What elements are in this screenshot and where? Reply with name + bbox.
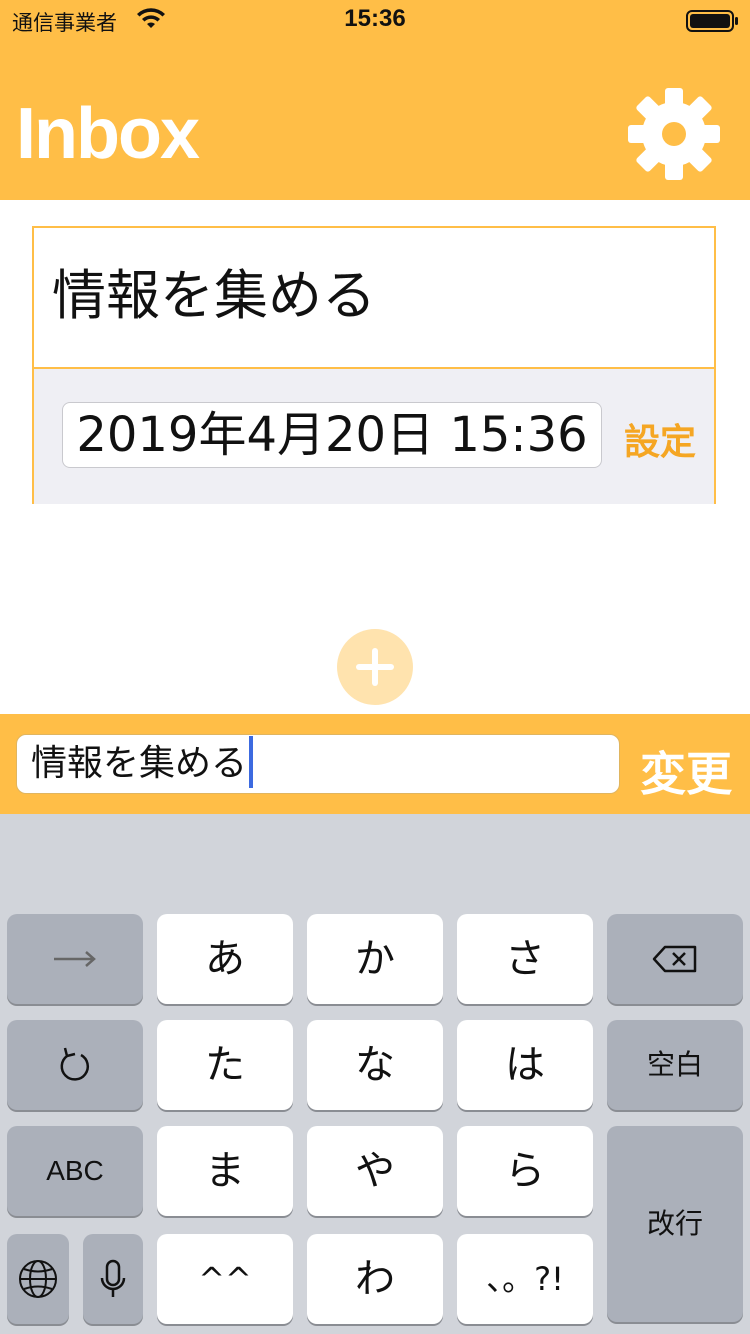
key-ka[interactable]: か bbox=[307, 914, 443, 1004]
globe-icon bbox=[19, 1260, 57, 1298]
nav-bar: Inbox bbox=[0, 40, 750, 200]
page-title: Inbox bbox=[16, 94, 200, 174]
key-wa-label: わ bbox=[355, 1256, 395, 1302]
key-sa[interactable]: さ bbox=[457, 914, 593, 1004]
globe-key[interactable] bbox=[7, 1234, 69, 1324]
date-field[interactable]: 2019年4月20日 15:36 bbox=[62, 402, 602, 468]
add-button[interactable] bbox=[337, 629, 413, 705]
key-ya[interactable]: や bbox=[307, 1126, 443, 1216]
battery-icon bbox=[686, 10, 738, 32]
key-na-label: な bbox=[355, 1042, 395, 1088]
key-a[interactable]: あ bbox=[157, 914, 293, 1004]
space-key-label: 空白 bbox=[646, 1048, 703, 1081]
undo-icon bbox=[60, 1047, 90, 1081]
task-card: 情報を集める 2019年4月20日 15:36 設定 bbox=[32, 226, 716, 504]
return-key[interactable]: 改行 bbox=[607, 1126, 743, 1322]
key-ta-label: た bbox=[205, 1042, 245, 1088]
backspace-icon bbox=[652, 945, 697, 973]
set-date-button[interactable]: 設定 bbox=[624, 413, 696, 465]
backspace-key[interactable] bbox=[607, 914, 743, 1004]
task-text-input[interactable]: 情報を集める bbox=[16, 734, 620, 794]
key-na[interactable]: な bbox=[307, 1020, 443, 1110]
gear-icon[interactable] bbox=[626, 86, 722, 182]
key-kaomoji[interactable]: ^^ bbox=[157, 1234, 293, 1324]
input-bar: 情報を集める 変更 bbox=[0, 714, 750, 814]
key-kaomoji-label: ^^ bbox=[198, 1260, 252, 1298]
arrow-right-key[interactable] bbox=[7, 914, 143, 1004]
key-ra[interactable]: ら bbox=[457, 1126, 593, 1216]
abc-key-label: ABC bbox=[46, 1155, 104, 1186]
key-sa-label: さ bbox=[505, 936, 545, 982]
key-a-label: あ bbox=[205, 936, 245, 982]
microphone-icon bbox=[100, 1259, 126, 1297]
key-ya-label: や bbox=[355, 1148, 395, 1194]
key-ma[interactable]: ま bbox=[157, 1126, 293, 1216]
arrow-right-icon bbox=[54, 951, 96, 967]
status-time: 15:36 bbox=[344, 5, 406, 32]
plus-icon bbox=[356, 648, 394, 686]
key-punct[interactable]: 、。?! bbox=[457, 1234, 593, 1324]
return-key-label: 改行 bbox=[646, 1207, 703, 1240]
change-button[interactable]: 変更 bbox=[640, 738, 732, 804]
text-caret bbox=[249, 736, 254, 788]
key-ha[interactable]: は bbox=[457, 1020, 593, 1110]
microphone-key[interactable] bbox=[83, 1234, 143, 1324]
key-punct-label: 、。?! bbox=[486, 1260, 564, 1298]
key-ta[interactable]: た bbox=[157, 1020, 293, 1110]
task-title[interactable]: 情報を集める bbox=[52, 266, 376, 326]
key-ma-label: ま bbox=[205, 1148, 245, 1194]
undo-key[interactable] bbox=[7, 1020, 143, 1110]
task-text-value: 情報を集める bbox=[31, 743, 248, 784]
key-ra-label: ら bbox=[505, 1148, 545, 1194]
space-key[interactable]: 空白 bbox=[607, 1020, 743, 1110]
abc-key[interactable]: ABC bbox=[7, 1126, 143, 1216]
key-wa[interactable]: わ bbox=[307, 1234, 443, 1324]
kana-keyboard: あ か さ た な は 空白 ABC ま や ら 改行 ^^ わ 、。?! bbox=[0, 814, 750, 1334]
key-ha-label: は bbox=[505, 1042, 545, 1088]
status-bar: 通信事業者 15:36 bbox=[0, 0, 750, 40]
key-ka-label: か bbox=[355, 936, 395, 982]
date-row: 2019年4月20日 15:36 設定 bbox=[34, 367, 714, 504]
